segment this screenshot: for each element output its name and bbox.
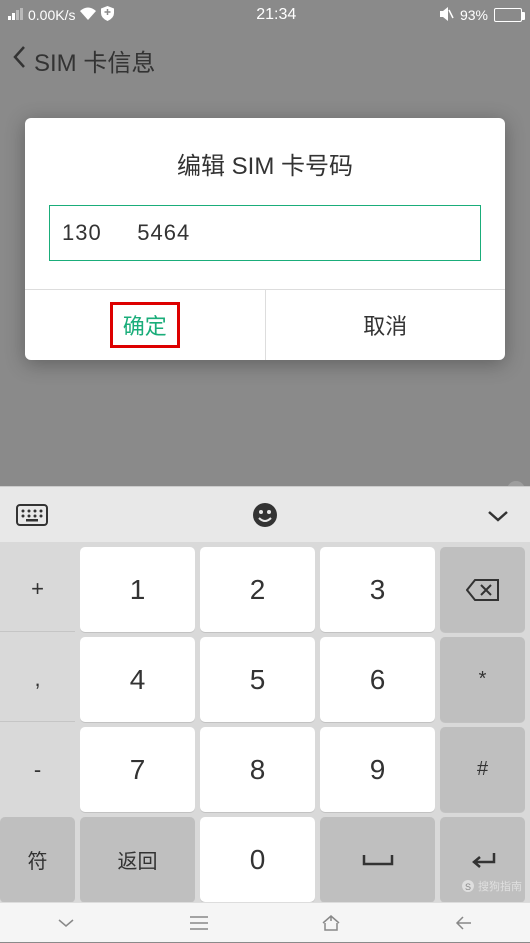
key-2[interactable]: 2 bbox=[200, 547, 315, 632]
key-0[interactable]: 0 bbox=[200, 817, 315, 902]
battery-icon bbox=[494, 8, 522, 22]
key-plus[interactable]: + bbox=[0, 547, 75, 632]
confirm-button[interactable]: 确定 bbox=[25, 290, 266, 360]
svg-text:S: S bbox=[465, 882, 471, 892]
status-bar: 0.00K/s 21:34 93% bbox=[0, 0, 530, 30]
page-title: SIM 卡信息 bbox=[34, 43, 155, 78]
key-9[interactable]: 9 bbox=[320, 727, 435, 812]
key-comma[interactable]: , bbox=[0, 637, 75, 722]
signal-icon bbox=[8, 7, 24, 23]
key-star[interactable]: * bbox=[440, 637, 525, 722]
page-header: SIM 卡信息 bbox=[0, 30, 530, 90]
key-6[interactable]: 6 bbox=[320, 637, 435, 722]
key-7[interactable]: 7 bbox=[80, 727, 195, 812]
mute-icon bbox=[438, 6, 454, 25]
key-space[interactable] bbox=[320, 817, 435, 902]
edit-sim-dialog: 编辑 SIM 卡号码 确定 取消 bbox=[25, 118, 505, 360]
key-4[interactable]: 4 bbox=[80, 637, 195, 722]
emoji-icon[interactable] bbox=[247, 497, 283, 533]
network-speed: 0.00K/s bbox=[28, 7, 75, 23]
nav-dropdown-icon[interactable] bbox=[46, 903, 86, 943]
key-3[interactable]: 3 bbox=[320, 547, 435, 632]
sim-number-input[interactable] bbox=[49, 205, 481, 261]
keyboard-layout-icon[interactable] bbox=[14, 497, 50, 533]
key-return[interactable]: 返回 bbox=[80, 817, 195, 902]
dialog-title: 编辑 SIM 卡号码 bbox=[25, 118, 505, 205]
key-symbols[interactable]: 符 bbox=[0, 817, 75, 902]
key-hash[interactable]: # bbox=[440, 727, 525, 812]
back-chevron-icon[interactable] bbox=[12, 45, 26, 76]
numeric-keyboard: + 1 2 3 , 4 5 6 * - 7 8 9 # ( 符 返回 0 bbox=[0, 486, 530, 902]
key-1[interactable]: 1 bbox=[80, 547, 195, 632]
key-backspace[interactable] bbox=[440, 547, 525, 632]
key-8[interactable]: 8 bbox=[200, 727, 315, 812]
battery-percent: 93% bbox=[460, 7, 488, 23]
wifi-icon bbox=[79, 7, 97, 23]
key-5[interactable]: 5 bbox=[200, 637, 315, 722]
cancel-button[interactable]: 取消 bbox=[266, 290, 506, 360]
keyboard-toolbar bbox=[0, 486, 530, 542]
key-minus[interactable]: - bbox=[0, 727, 75, 812]
shield-icon bbox=[101, 6, 114, 24]
status-time: 21:34 bbox=[114, 6, 437, 24]
nav-home-icon[interactable] bbox=[311, 903, 351, 943]
nav-back-icon[interactable] bbox=[444, 903, 484, 943]
nav-menu-icon[interactable] bbox=[179, 903, 219, 943]
keyboard-collapse-icon[interactable] bbox=[480, 497, 516, 533]
watermark: S 搜狗指南 bbox=[461, 878, 522, 894]
system-nav-bar bbox=[0, 902, 530, 942]
